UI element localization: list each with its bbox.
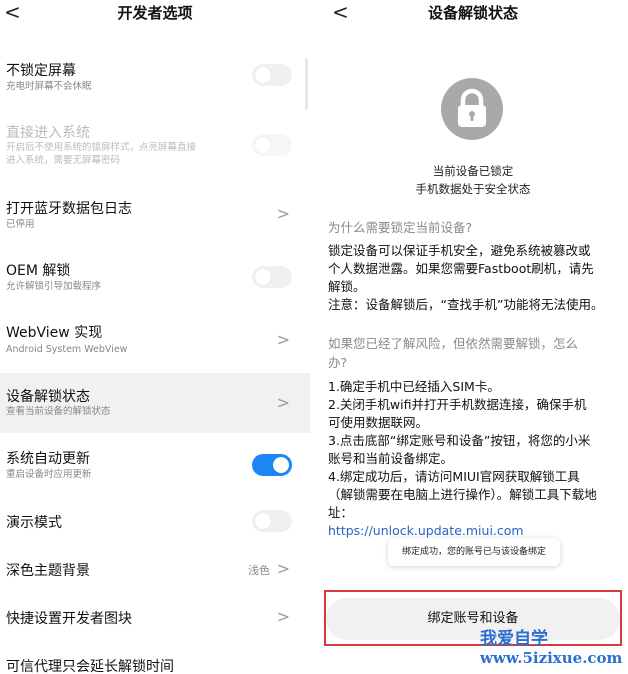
text-line: 个人数据泄露。如果您需要Fastboot刷机，请先 bbox=[328, 261, 594, 276]
header: < 设备解锁状态 bbox=[318, 0, 628, 28]
explanation-paragraph: 锁定设备可以保证手机安全，避免系统被篡改或 个人数据泄露。如果您需要Fastbo… bbox=[328, 242, 622, 314]
watermark-title: 我爱自学 bbox=[480, 629, 548, 649]
setting-subtitle: 开启后不使用系统的锁屏样式，点亮屏幕直接 bbox=[6, 142, 197, 153]
header: < 开发者选项 bbox=[0, 0, 310, 28]
setting-subtitle: 充电时屏幕不会休眠 bbox=[6, 81, 92, 92]
padlock-icon bbox=[441, 78, 503, 140]
page-title: 开发者选项 bbox=[117, 4, 193, 22]
setting-title: 深色主题背景 bbox=[6, 563, 90, 579]
text-line: 办? bbox=[328, 355, 348, 370]
direct-boot-toggle bbox=[252, 134, 292, 156]
lock-status-line1: 当前设备已锁定 bbox=[432, 164, 514, 178]
setting-auto-update[interactable]: 系统自动更新 重启设备时应用更新 bbox=[0, 438, 310, 492]
setting-subtitle: 允许解锁引导加载程序 bbox=[6, 281, 102, 292]
auto-update-toggle[interactable] bbox=[252, 454, 292, 476]
text-line: 注意：设备解锁后，“查找手机”功能将无法使用。 bbox=[328, 297, 604, 312]
text-line: 账号和当前设备绑定。 bbox=[328, 451, 454, 466]
question-heading: 如果您已经了解风险，但依然需要解锁，怎么 办? bbox=[328, 334, 622, 372]
page-title: 设备解锁状态 bbox=[427, 4, 518, 22]
text-line: 址： bbox=[328, 505, 354, 520]
setting-title: OEM 解锁 bbox=[6, 263, 71, 279]
chevron-right-icon: > bbox=[276, 559, 290, 578]
setting-title: 可信代理只会延长解锁时间 bbox=[6, 659, 174, 674]
text-line: 锁定设备可以保证手机安全，避免系统被篡改或 bbox=[328, 243, 591, 258]
setting-device-unlock-status[interactable]: 设备解锁状态 查看当前设备的解锁状态 > bbox=[0, 373, 310, 433]
setting-title: 不锁定屏幕 bbox=[6, 63, 76, 79]
setting-title: 直接进入系统 bbox=[6, 125, 90, 141]
oem-unlock-toggle[interactable] bbox=[252, 266, 292, 288]
text-line: 1.确定手机中已经插入SIM卡。 bbox=[328, 379, 500, 394]
text-line: 如果您已经了解风险，但依然需要解锁，怎么 bbox=[328, 336, 579, 351]
lock-status-line2: 手机数据处于安全状态 bbox=[415, 182, 531, 196]
setting-webview[interactable]: WebView 实现 Android System WebView > bbox=[0, 312, 310, 368]
watermark-url: www.5izixue.com bbox=[480, 649, 623, 667]
device-unlock-status-screen: < 设备解锁状态 当前设备已锁定 手机数据处于安全状态 为什么需要锁定当前设备?… bbox=[318, 0, 628, 674]
setting-stay-awake[interactable]: 不锁定屏幕 充电时屏幕不会休眠 bbox=[0, 52, 310, 110]
setting-title: 设备解锁状态 bbox=[6, 389, 90, 405]
chevron-right-icon: > bbox=[276, 330, 290, 349]
developer-options-screen: < 开发者选项 不锁定屏幕 充电时屏幕不会休眠 直接进入系统 开启后不使用系统的… bbox=[0, 0, 310, 674]
setting-title: 演示模式 bbox=[6, 515, 62, 531]
bind-success-toast: 绑定成功，您的账号已与该设备绑定 bbox=[388, 538, 560, 566]
setting-direct-boot: 直接进入系统 开启后不使用系统的锁屏样式，点亮屏幕直接 进入系统，需要无屏幕密码 bbox=[0, 112, 310, 182]
demo-mode-toggle[interactable] bbox=[252, 510, 292, 532]
setting-quick-settings-tiles[interactable]: 快捷设置开发者图块 > bbox=[0, 598, 310, 638]
setting-subtitle: 进入系统，需要无屏幕密码 bbox=[6, 155, 121, 166]
chevron-right-icon: > bbox=[276, 607, 290, 626]
setting-value: 浅色 bbox=[248, 564, 270, 577]
text-line: 3.点击底部“绑定账号和设备”按钮，将您的小米 bbox=[328, 433, 591, 448]
text-line: （解锁需要在电脑上进行操作）。解锁工具下载地 bbox=[328, 487, 597, 502]
setting-oem-unlock[interactable]: OEM 解锁 允许解锁引导加载程序 bbox=[0, 250, 310, 304]
setting-title: 打开蓝牙数据包日志 bbox=[6, 201, 132, 217]
setting-subtitle: Android System WebView bbox=[6, 344, 128, 355]
steps-paragraph: 1.确定手机中已经插入SIM卡。 2.关闭手机wifi并打开手机数据连接，确保手… bbox=[328, 378, 622, 540]
text-line: 可使用数据联网。 bbox=[328, 415, 429, 430]
question-heading: 为什么需要锁定当前设备? bbox=[328, 220, 473, 235]
setting-subtitle: 已停用 bbox=[6, 219, 35, 230]
bind-account-button[interactable]: 绑定账号和设备 bbox=[326, 598, 620, 640]
chevron-right-icon: > bbox=[276, 204, 290, 223]
setting-subtitle: 查看当前设备的解锁状态 bbox=[6, 406, 111, 417]
setting-title: 快捷设置开发者图块 bbox=[6, 611, 132, 627]
setting-demo-mode[interactable]: 演示模式 bbox=[0, 500, 310, 544]
setting-title: WebView 实现 bbox=[6, 325, 103, 341]
text-line: 4.绑定成功后，请访问MIUI官网获取解锁工具 bbox=[328, 469, 580, 484]
setting-trust-agents[interactable]: 可信代理只会延长解锁时间 bbox=[0, 650, 310, 674]
setting-title: 系统自动更新 bbox=[6, 451, 90, 467]
chevron-right-icon: > bbox=[276, 393, 290, 412]
setting-subtitle: 重启设备时应用更新 bbox=[6, 469, 92, 480]
text-line: 2.关闭手机wifi并打开手机数据连接，确保手机 bbox=[328, 397, 587, 412]
text-line: 解锁。 bbox=[328, 279, 366, 294]
stay-awake-toggle[interactable] bbox=[252, 64, 292, 86]
setting-dark-theme[interactable]: 深色主题背景 浅色 > bbox=[0, 550, 310, 590]
setting-bluetooth-hci-log[interactable]: 打开蓝牙数据包日志 已停用 > bbox=[0, 188, 310, 242]
